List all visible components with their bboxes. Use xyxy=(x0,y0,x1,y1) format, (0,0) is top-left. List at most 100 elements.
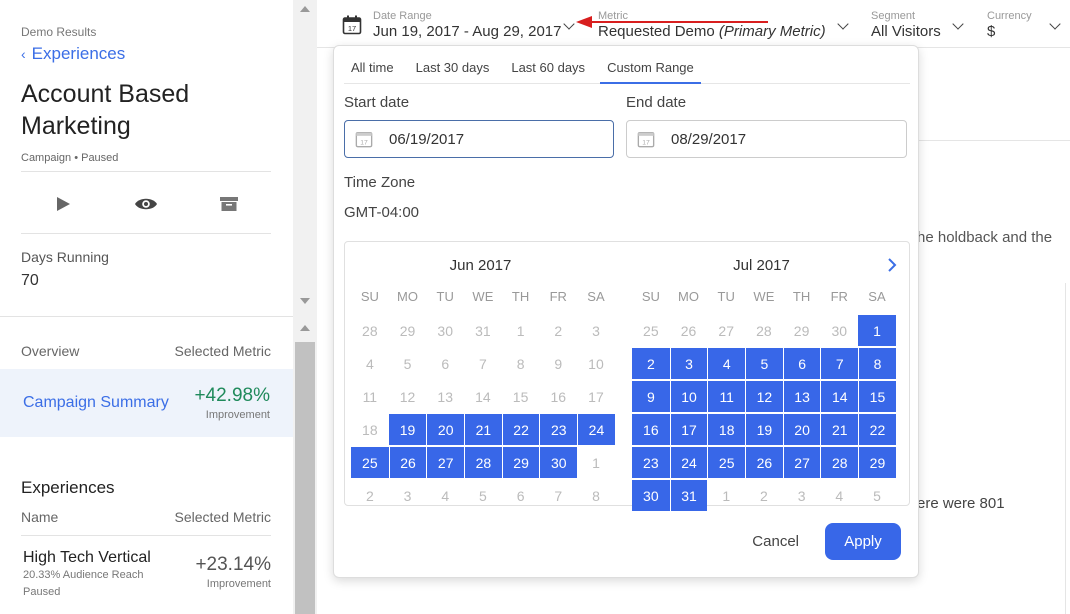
date-range-filter[interactable]: 17 Date Range Jun 19, 2017 - Aug 29, 201… xyxy=(342,10,575,41)
tab-last-60-days[interactable]: Last 60 days xyxy=(504,52,592,84)
calendar-day[interactable]: 4 xyxy=(820,480,858,511)
calendar-day-selected[interactable]: 30 xyxy=(632,480,670,511)
calendar-day-selected[interactable]: 6 xyxy=(782,348,821,379)
calendar-day-selected[interactable]: 7 xyxy=(820,348,859,379)
apply-button[interactable]: Apply xyxy=(825,523,901,560)
calendar-day[interactable]: 31 xyxy=(464,315,502,346)
end-date-input[interactable]: 17 08/29/2017 xyxy=(626,120,907,158)
scroll-up-arrow[interactable] xyxy=(300,6,310,12)
calendar-day[interactable]: 3 xyxy=(389,480,427,511)
calendar-day[interactable]: 2 xyxy=(745,480,783,511)
scroll-down-arrow[interactable] xyxy=(300,298,310,304)
calendar-day[interactable]: 29 xyxy=(783,315,821,346)
calendar-day[interactable]: 2 xyxy=(539,315,577,346)
tab-all-time[interactable]: All time xyxy=(344,52,401,84)
calendar-day-selected[interactable]: 8 xyxy=(858,348,896,379)
calendar-day[interactable]: 8 xyxy=(577,480,615,511)
preview-button[interactable] xyxy=(131,186,161,222)
calendar-day[interactable]: 26 xyxy=(670,315,708,346)
back-to-experiences-link[interactable]: ‹ Experiences xyxy=(21,44,125,64)
campaign-summary-link[interactable]: Campaign Summary xyxy=(23,394,194,412)
calendar-day-selected[interactable]: 24 xyxy=(577,414,615,445)
calendar-day[interactable]: 30 xyxy=(426,315,464,346)
calendar-day[interactable]: 5 xyxy=(389,348,427,379)
calendar-day-selected[interactable]: 23 xyxy=(632,447,670,478)
scroll-thumb[interactable] xyxy=(295,342,315,614)
calendar-day-selected[interactable]: 11 xyxy=(707,381,746,412)
calendar-day-selected[interactable]: 18 xyxy=(707,414,746,445)
calendar-day[interactable]: 30 xyxy=(820,315,858,346)
calendar-day[interactable]: 4 xyxy=(351,348,389,379)
calendar-day-selected[interactable]: 3 xyxy=(669,348,708,379)
cancel-button[interactable]: Cancel xyxy=(752,533,799,550)
calendar-day-selected[interactable]: 12 xyxy=(745,381,783,412)
calendar-day-selected[interactable]: 27 xyxy=(782,447,821,478)
campaign-summary-row[interactable]: Campaign Summary +42.98% Improvement xyxy=(0,369,293,437)
calendar-day[interactable]: 1 xyxy=(577,447,615,478)
calendar-day-selected[interactable]: 21 xyxy=(820,414,859,445)
calendar-day-selected[interactable]: 23 xyxy=(539,414,578,445)
calendar-day[interactable]: 18 xyxy=(351,414,389,445)
calendar-day-selected[interactable]: 10 xyxy=(669,381,708,412)
calendar-day[interactable]: 2 xyxy=(351,480,389,511)
calendar-day-selected[interactable]: 22 xyxy=(501,414,540,445)
calendar-day-selected[interactable]: 26 xyxy=(745,447,783,478)
calendar-day-selected[interactable]: 13 xyxy=(782,381,821,412)
calendar-day-selected[interactable]: 31 xyxy=(669,480,708,511)
calendar-day[interactable]: 8 xyxy=(502,348,540,379)
calendar-day[interactable]: 4 xyxy=(426,480,464,511)
calendar-day[interactable]: 5 xyxy=(858,480,896,511)
calendar-day[interactable]: 12 xyxy=(389,381,427,412)
calendar-day-selected[interactable]: 4 xyxy=(707,348,746,379)
calendar-day[interactable]: 9 xyxy=(539,348,577,379)
calendar-day-selected[interactable]: 5 xyxy=(745,348,783,379)
calendar-day-selected[interactable]: 28 xyxy=(820,447,859,478)
scroll-up-arrow[interactable] xyxy=(300,325,310,331)
calendar-day-selected[interactable]: 9 xyxy=(632,381,670,412)
calendar-day[interactable]: 6 xyxy=(502,480,540,511)
calendar-day-selected[interactable]: 24 xyxy=(669,447,708,478)
calendar-day-selected[interactable]: 2 xyxy=(632,348,670,379)
calendar-day[interactable]: 3 xyxy=(577,315,615,346)
calendar-day-selected[interactable]: 16 xyxy=(632,414,670,445)
calendar-day-selected[interactable]: 20 xyxy=(426,414,465,445)
calendar-day-selected[interactable]: 20 xyxy=(782,414,821,445)
calendar-day-selected[interactable]: 28 xyxy=(464,447,502,478)
calendar-day-selected[interactable]: 30 xyxy=(539,447,578,478)
calendar-day[interactable]: 11 xyxy=(351,381,389,412)
calendar-day-selected[interactable]: 15 xyxy=(858,381,896,412)
calendar-day-selected[interactable]: 29 xyxy=(858,447,896,478)
calendar-day[interactable]: 14 xyxy=(464,381,502,412)
calendar-day-selected[interactable]: 1 xyxy=(858,315,896,346)
calendar-day[interactable]: 15 xyxy=(502,381,540,412)
calendar-day-selected[interactable]: 25 xyxy=(351,447,389,478)
start-date-input[interactable]: 17 06/19/2017 xyxy=(344,120,614,158)
calendar-day[interactable]: 25 xyxy=(632,315,670,346)
play-button[interactable] xyxy=(48,186,78,222)
calendar-day[interactable]: 28 xyxy=(351,315,389,346)
calendar-day[interactable]: 5 xyxy=(464,480,502,511)
calendar-day-selected[interactable]: 21 xyxy=(464,414,502,445)
calendar-day[interactable]: 27 xyxy=(707,315,745,346)
calendar-day[interactable]: 29 xyxy=(389,315,427,346)
sidebar-scrollbar[interactable] xyxy=(293,0,317,614)
calendar-day-selected[interactable]: 26 xyxy=(388,447,427,478)
calendar-day-selected[interactable]: 17 xyxy=(669,414,708,445)
calendar-day[interactable]: 1 xyxy=(707,480,745,511)
calendar-day-selected[interactable]: 25 xyxy=(707,447,746,478)
next-month-button[interactable] xyxy=(887,256,897,277)
calendar-day[interactable]: 7 xyxy=(539,480,577,511)
calendar-day[interactable]: 13 xyxy=(426,381,464,412)
calendar-day[interactable]: 3 xyxy=(783,480,821,511)
tab-last-30-days[interactable]: Last 30 days xyxy=(409,52,497,84)
calendar-day-selected[interactable]: 29 xyxy=(501,447,540,478)
experience-row[interactable]: High Tech Vertical 20.33% Audience Reach… xyxy=(23,549,271,601)
calendar-day-selected[interactable]: 22 xyxy=(858,414,896,445)
calendar-day[interactable]: 28 xyxy=(745,315,783,346)
archive-button[interactable] xyxy=(214,186,244,222)
calendar-day[interactable]: 17 xyxy=(577,381,615,412)
breadcrumb[interactable]: Demo Results xyxy=(21,25,96,39)
currency-filter[interactable]: Currency $ xyxy=(987,10,1061,41)
calendar-day-selected[interactable]: 14 xyxy=(820,381,859,412)
tab-custom-range[interactable]: Custom Range xyxy=(600,52,701,84)
